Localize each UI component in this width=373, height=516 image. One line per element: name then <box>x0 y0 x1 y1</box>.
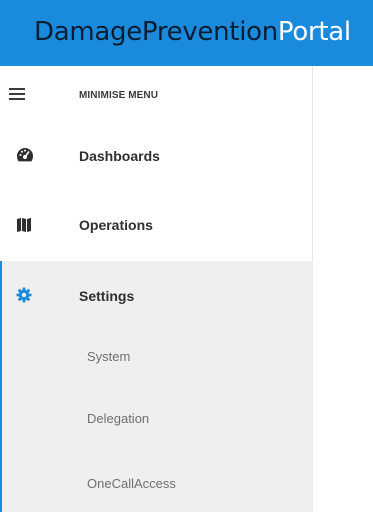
sidebar-item-dashboards[interactable]: Dashboards <box>0 122 313 190</box>
settings-subitem-delegation[interactable]: Delegation <box>2 391 313 451</box>
minimise-menu-button[interactable]: MINIMISE MENU <box>0 66 313 128</box>
sidebar-item-settings-label: Settings <box>79 288 135 304</box>
sidebar-menu: MINIMISE MENU Dashboards Operations Sett… <box>0 66 313 512</box>
hamburger-icon <box>9 87 25 106</box>
sidebar-item-operations[interactable]: Operations <box>0 190 313 258</box>
minimise-menu-label: MINIMISE MENU <box>79 90 159 101</box>
settings-subitem-delegation-label: Delegation <box>87 411 150 426</box>
sidebar-item-operations-label: Operations <box>79 217 153 233</box>
app-header: DamagePreventionPortal <box>0 0 373 66</box>
settings-subitem-system[interactable]: System <box>2 329 313 389</box>
sidebar-item-settings[interactable]: Settings <box>2 261 313 329</box>
gear-icon <box>16 287 32 308</box>
settings-subitem-onecallaccess[interactable]: OneCallAccess <box>2 456 313 516</box>
brand-primary: DamagePrevention <box>34 17 278 47</box>
sidebar-item-dashboards-label: Dashboards <box>79 148 160 164</box>
settings-section: Settings System Delegation OneCallAccess <box>0 261 313 512</box>
brand-logo[interactable]: DamagePreventionPortal <box>34 15 351 49</box>
speedometer-icon <box>16 147 34 168</box>
settings-subitem-system-label: System <box>87 349 131 364</box>
settings-subitem-onecallaccess-label: OneCallAccess <box>87 476 176 491</box>
map-icon <box>16 217 32 238</box>
brand-secondary: Portal <box>277 17 351 47</box>
